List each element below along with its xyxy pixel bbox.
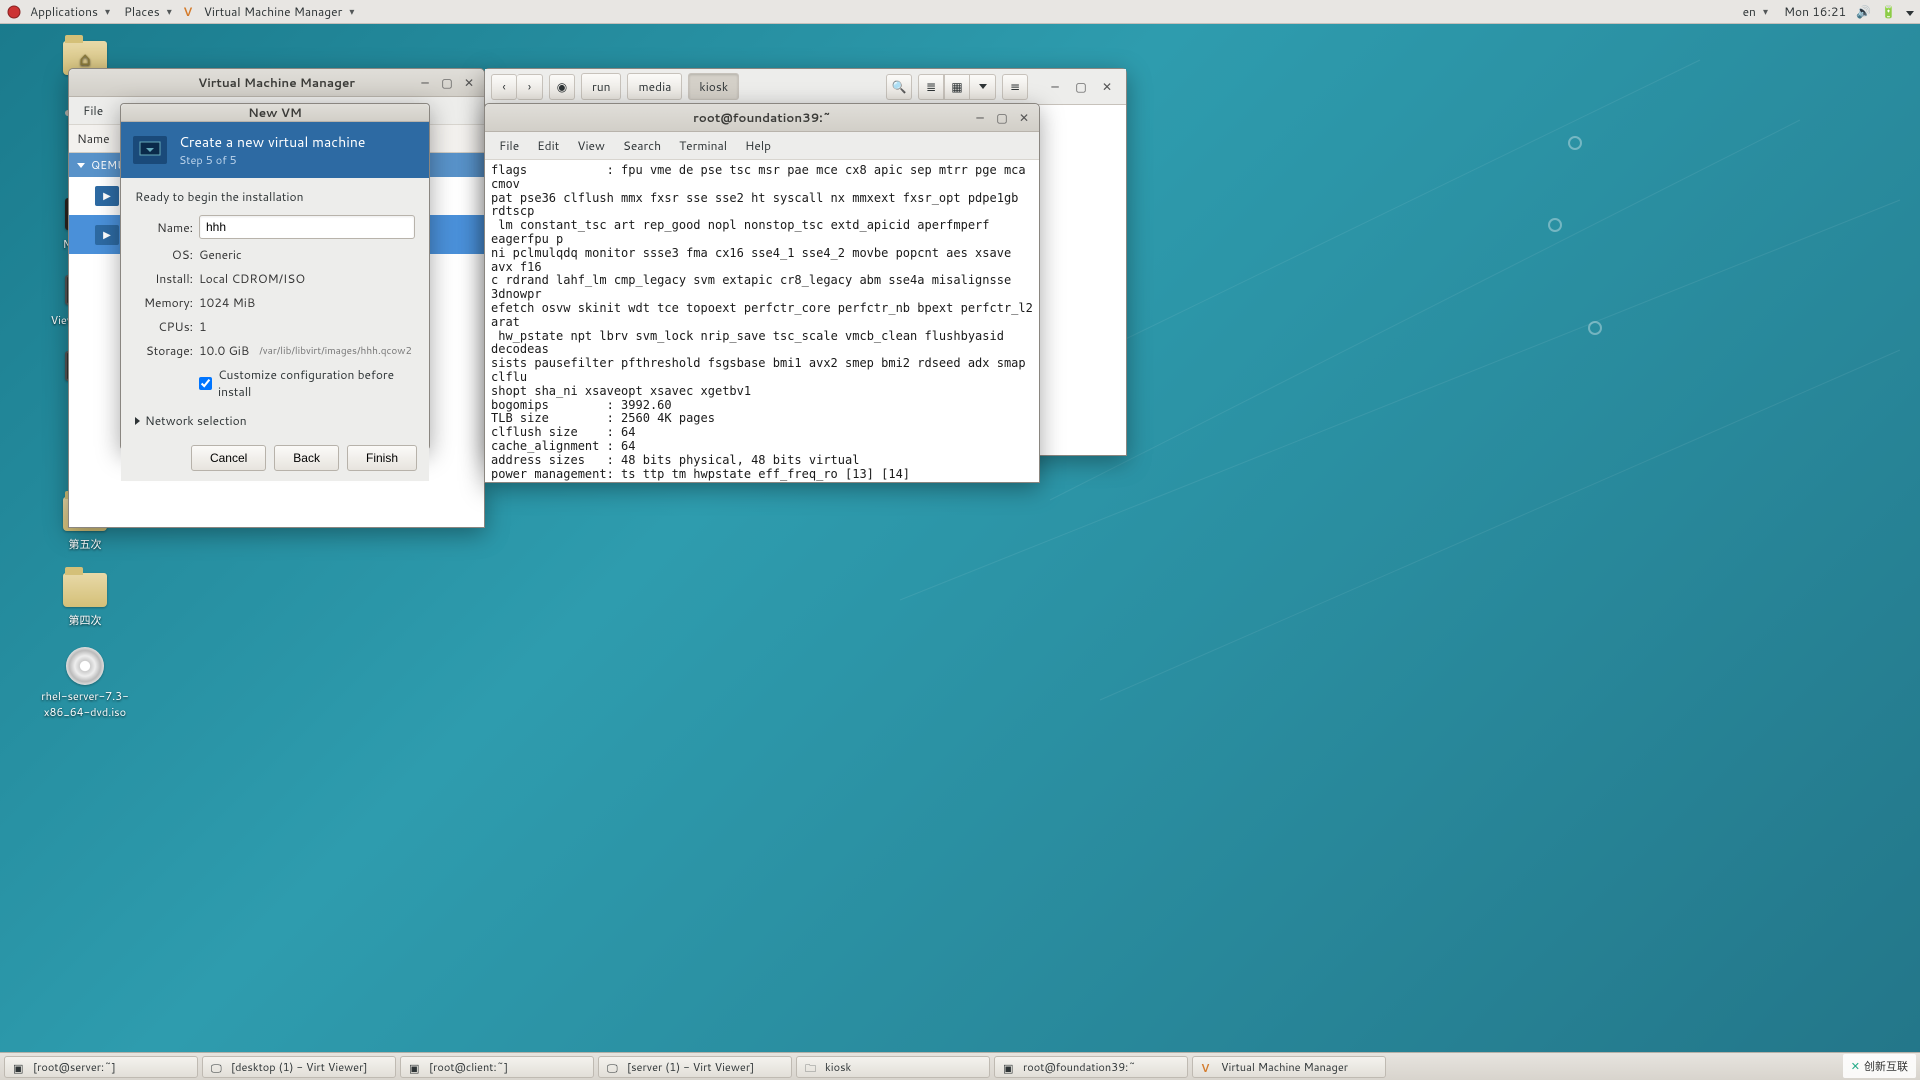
terminal-icon: ▣	[409, 1060, 423, 1074]
play-icon: ▶	[95, 225, 119, 245]
wizard-heading: Create a new virtual machine	[179, 132, 365, 152]
task-server-viewer[interactable]: 🖵[server (1) - Virt Viewer]	[598, 1056, 792, 1078]
finish-button[interactable]: Finish	[347, 445, 417, 471]
name-label: Name:	[135, 219, 193, 236]
task-desktop-viewer[interactable]: 🖵[desktop (1) - Virt Viewer]	[202, 1056, 396, 1078]
task-root-server[interactable]: ▣[root@server:~]	[4, 1056, 198, 1078]
task-vmm[interactable]: VVirtual Machine Manager	[1192, 1056, 1386, 1078]
newvm-dialog: New VM Create a new virtual machine Step…	[120, 103, 430, 450]
customize-checkbox[interactable]	[199, 377, 212, 390]
drive-icon[interactable]: ◉	[549, 74, 575, 100]
app-menu[interactable]: Virtual Machine Manager	[198, 1, 361, 22]
maximize-button[interactable]: ▢	[991, 108, 1013, 128]
play-icon: ▶	[95, 186, 119, 206]
wizard-lead: Ready to begin the installation	[135, 188, 415, 205]
newvm-title: New VM	[248, 104, 302, 121]
minimize-button[interactable]: ─	[969, 108, 991, 128]
vmm-title: Virtual Machine Manager	[198, 74, 355, 91]
vmm-icon: V	[1201, 1060, 1215, 1074]
storage-path: /var/lib/libvirt/images/hhh.qcow2	[259, 344, 412, 358]
search-button[interactable]: 🔍	[886, 74, 912, 100]
network-expander[interactable]: Network selection	[135, 412, 415, 429]
task-terminal[interactable]: ▣root@foundation39:~	[994, 1056, 1188, 1078]
back-button[interactable]: Back	[274, 445, 339, 471]
places-menu[interactable]: Places	[118, 1, 178, 22]
maximize-button[interactable]: ▢	[436, 73, 458, 93]
clock[interactable]: Mon 16:21	[1784, 3, 1846, 20]
customize-label: Customize configuration before install	[218, 366, 415, 400]
back-nav-button[interactable]: ‹	[491, 74, 517, 100]
view-grid-button[interactable]: ▦	[944, 74, 970, 100]
maximize-button[interactable]: ▢	[1068, 74, 1094, 100]
memory-value: 1024 MiB	[199, 294, 255, 311]
task-root-client[interactable]: ▣[root@client:~]	[400, 1056, 594, 1078]
terminal-icon: ▣	[1003, 1060, 1017, 1074]
terminal-title: root@foundation39:~	[693, 109, 831, 126]
os-label: OS:	[135, 246, 193, 263]
menu-file[interactable]: File	[75, 99, 111, 122]
watermark: ✕创新互联	[1843, 1054, 1916, 1078]
menu-terminal[interactable]: Terminal	[671, 134, 735, 157]
desktop-icon-iso[interactable]: rhel-server-7.3-x86_64-dvd.iso	[30, 646, 140, 720]
wizard-step: Step 5 of 5	[179, 152, 365, 168]
vmm-titlebar[interactable]: Virtual Machine Manager ─ ▢ ✕	[69, 69, 484, 97]
expand-icon	[135, 417, 140, 425]
menu-view[interactable]: View	[569, 134, 613, 157]
files-icon: 🗀	[805, 1060, 819, 1074]
files-header: ‹ › ◉ run media kiosk 🔍 ≣ ▦ ≡ ─ ▢ ✕	[485, 69, 1126, 105]
taskbar: ▣[root@server:~] 🖵[desktop (1) - Virt Vi…	[0, 1052, 1920, 1080]
applications-menu[interactable]: Applications	[24, 1, 116, 22]
monitor-icon: 🖵	[607, 1060, 621, 1074]
menu-edit[interactable]: Edit	[529, 134, 567, 157]
crumb-kiosk[interactable]: kiosk	[688, 73, 739, 100]
monitor-icon	[133, 136, 167, 164]
install-value: Local CDROM/ISO	[199, 270, 305, 287]
close-button[interactable]: ✕	[1094, 74, 1120, 100]
terminal-menubar: File Edit View Search Terminal Help	[485, 132, 1039, 160]
battery-icon[interactable]: 🔋	[1881, 3, 1896, 20]
minimize-button[interactable]: ─	[1042, 74, 1068, 100]
task-kiosk[interactable]: 🗀kiosk	[796, 1056, 990, 1078]
terminal-titlebar[interactable]: root@foundation39:~ ─ ▢ ✕	[485, 104, 1039, 132]
lang-indicator[interactable]: en	[1737, 1, 1774, 22]
menu-help[interactable]: Help	[737, 134, 779, 157]
desktop-icon-folder-4[interactable]: 第四次	[45, 570, 125, 628]
crumb-media[interactable]: media	[627, 73, 682, 100]
terminal-icon: ▣	[13, 1060, 27, 1074]
view-list-button[interactable]: ≣	[918, 74, 944, 100]
hamburger-button[interactable]: ≡	[1002, 74, 1028, 100]
memory-label: Memory:	[135, 294, 193, 311]
menu-file[interactable]: File	[491, 134, 527, 157]
cpus-label: CPUs:	[135, 318, 193, 335]
crumb-run[interactable]: run	[581, 73, 621, 100]
close-button[interactable]: ✕	[1013, 108, 1035, 128]
gnome-topbar: Applications Places V Virtual Machine Ma…	[0, 0, 1920, 24]
os-value: Generic	[199, 246, 242, 263]
terminal-window: root@foundation39:~ ─ ▢ ✕ File Edit View…	[484, 103, 1040, 483]
newvm-titlebar[interactable]: New VM	[121, 104, 429, 122]
cpus-value: 1	[199, 318, 207, 335]
view-dropdown-button[interactable]	[970, 74, 996, 100]
menu-search[interactable]: Search	[615, 134, 669, 157]
name-input[interactable]	[199, 215, 415, 239]
monitor-icon: 🖵	[211, 1060, 225, 1074]
wizard-banner: Create a new virtual machine Step 5 of 5	[121, 122, 429, 178]
storage-value: 10.0 GiB	[199, 342, 249, 359]
vmm-app-icon: V	[180, 4, 196, 20]
forward-nav-button[interactable]: ›	[517, 74, 543, 100]
minimize-button[interactable]: ─	[414, 73, 436, 93]
storage-label: Storage:	[135, 342, 193, 359]
close-button[interactable]: ✕	[458, 73, 480, 93]
terminal-output[interactable]: flags : fpu vme de pse tsc msr pae mce c…	[485, 160, 1039, 482]
volume-icon[interactable]: 🔊	[1856, 3, 1871, 20]
cancel-button[interactable]: Cancel	[191, 445, 266, 471]
install-label: Install:	[135, 270, 193, 287]
user-menu-caret[interactable]	[1906, 3, 1914, 20]
activities-icon	[6, 4, 22, 20]
